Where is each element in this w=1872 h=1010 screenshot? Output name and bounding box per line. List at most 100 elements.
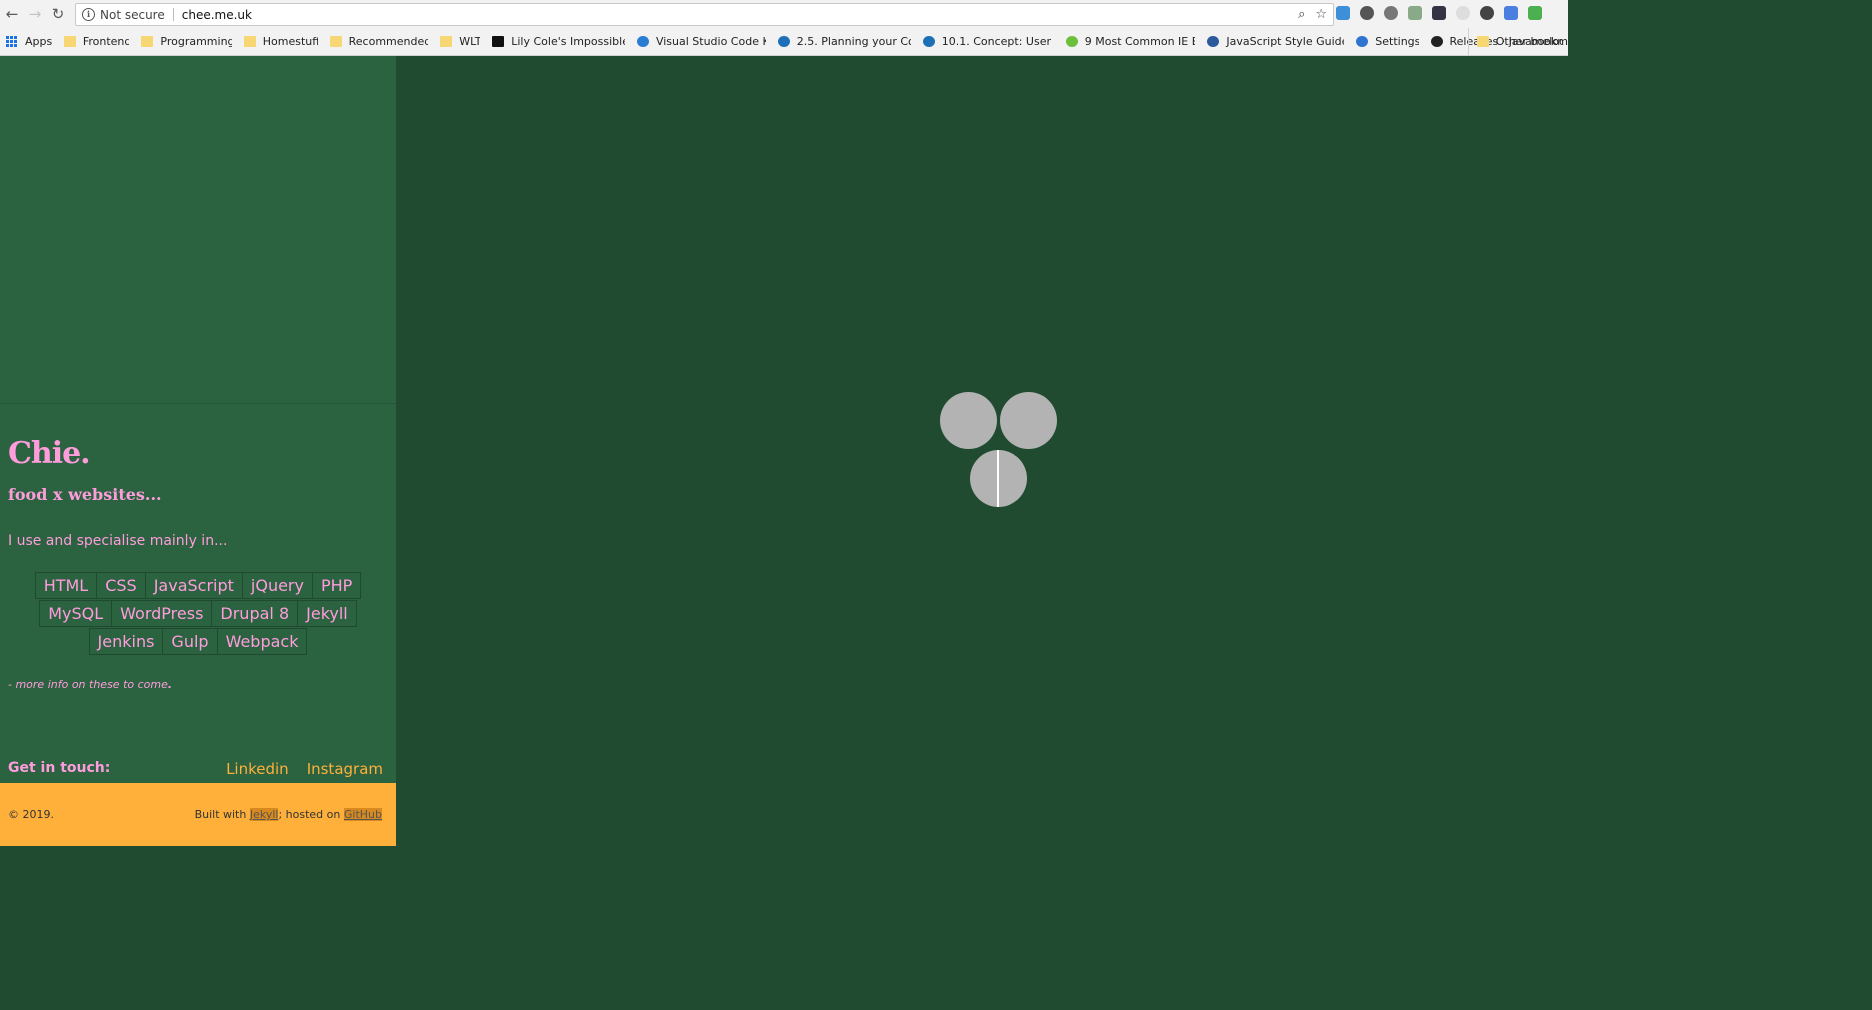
reload-icon[interactable]: ↻ <box>47 3 69 25</box>
skill-tag: CSS <box>96 572 146 599</box>
sync-icon[interactable] <box>1480 6 1494 20</box>
github-link[interactable]: GitHub <box>343 808 382 821</box>
copyright: © 2019. <box>8 808 54 821</box>
loader-dot <box>970 450 1027 507</box>
bookmark-item[interactable]: Recommended <box>329 35 429 48</box>
medium-icon <box>492 36 505 47</box>
bookmark-label: Apps <box>25 35 52 48</box>
jekyll-link[interactable]: Jekyll <box>249 808 279 821</box>
bookmark-item[interactable]: Lily Cole's Impossible <box>492 35 625 48</box>
security-label[interactable]: Not secure <box>100 8 165 22</box>
loading-spinner <box>940 392 1060 512</box>
bookmark-item[interactable]: JavaScript Style Guide <box>1207 35 1344 48</box>
skill-tag: WordPress <box>111 600 213 627</box>
info-icon[interactable]: i <box>82 8 95 21</box>
tagline: food x websites... <box>8 485 162 504</box>
folder-icon <box>141 36 154 47</box>
skill-tag: Jekyll <box>297 600 357 627</box>
skill-tag: PHP <box>311 572 362 599</box>
skills-list: HTML CSS JavaScript jQuery PHP MySQL WordPress… <box>0 572 396 656</box>
forward-icon[interactable]: → <box>24 3 46 25</box>
bookmark-label: JavaScript Style Guide <box>1226 35 1345 48</box>
folder-icon <box>440 36 453 47</box>
note-text-content: - more info on these to come <box>8 678 168 691</box>
linkedin-link[interactable]: Linkedin <box>226 760 289 778</box>
url-text[interactable]: chee.me.uk <box>182 8 252 22</box>
bookmark-label: WLT <box>459 35 481 48</box>
bookmark-item[interactable]: WLT <box>440 35 480 48</box>
gear-icon <box>1356 36 1369 47</box>
footer: © 2019. Built with Jekyll; hosted on Git… <box>0 783 396 846</box>
bookmark-label: Recommended <box>348 35 429 48</box>
bookmark-label: 9 Most Common IE B <box>1084 35 1196 48</box>
vscode-icon <box>636 36 649 47</box>
bookmark-label: Settings <box>1375 35 1419 48</box>
skill-tag: Webpack <box>216 628 308 655</box>
folder-icon <box>329 36 342 47</box>
back-icon[interactable]: ← <box>1 3 23 25</box>
bookmark-label: Visual Studio Code K <box>655 35 766 48</box>
css-icon[interactable] <box>1528 6 1542 20</box>
bookmark-item[interactable]: Programming <box>141 35 232 48</box>
bookmark-item[interactable]: 9 Most Common IE B <box>1065 35 1196 48</box>
bookmark-label: Homestuff <box>262 35 318 48</box>
folder-icon <box>63 36 76 47</box>
apps-grid-icon <box>6 35 17 48</box>
bookmark-star-icon[interactable]: ☆ <box>1315 7 1327 22</box>
skill-tag: HTML <box>34 572 98 599</box>
loader-dot <box>940 392 997 449</box>
skill-tag: jQuery <box>241 572 313 599</box>
leaf-icon <box>1065 36 1078 47</box>
skill-tag: JavaScript <box>144 572 243 599</box>
bookmark-item[interactable]: Homestuff <box>243 35 318 48</box>
sidebar-image-area <box>0 56 396 404</box>
skill-row: Jenkins Gulp Webpack <box>0 628 396 655</box>
bookmark-label: 2.5. Planning your Co <box>796 35 911 48</box>
intro-text: I use and specialise mainly in... <box>8 533 228 549</box>
eyedropper-icon[interactable] <box>1432 6 1446 20</box>
translate-icon[interactable] <box>1504 6 1518 20</box>
circle-icon[interactable] <box>1456 6 1470 20</box>
brand-title[interactable]: Chie. <box>8 436 91 471</box>
bookmark-label: 10.1. Concept: User I <box>941 35 1054 48</box>
sidebar: Chie. food x websites... I use and speci… <box>0 56 396 846</box>
bookmark-label: Lily Cole's Impossible <box>511 35 625 48</box>
bookmark-label: Programming <box>160 35 232 48</box>
browser-toolbar: ← → ↻ i Not secure chee.me.uk ⌕ ☆ <box>0 0 1568 28</box>
note-text: - more info on these to come. <box>8 678 172 691</box>
instagram-link[interactable]: Instagram <box>307 760 383 778</box>
globe-icon[interactable] <box>1384 6 1398 20</box>
bookmark-item[interactable]: Frontend <box>63 35 130 48</box>
zoom-icon[interactable]: ⌕ <box>1298 7 1305 22</box>
moon-icon <box>1207 36 1220 47</box>
address-bar[interactable]: i Not secure chee.me.uk ⌕ ☆ <box>75 3 1334 26</box>
drupal-icon <box>922 36 935 47</box>
github-icon <box>1430 36 1443 47</box>
bookmarks-bar: Apps Frontend Programming Homestuff Recommen… <box>0 28 1568 56</box>
js-icon[interactable] <box>1408 6 1422 20</box>
extension-icon[interactable] <box>1336 6 1350 20</box>
bookmark-item[interactable]: Apps <box>6 35 52 48</box>
contact-label: Get in touch: <box>8 760 111 776</box>
other-bookmarks-label: Other bookm <box>1495 35 1568 48</box>
wordpress-icon[interactable] <box>1360 6 1374 20</box>
built-with: Built with Jekyll; hosted on GitHub <box>195 808 382 821</box>
bookmark-item[interactable]: 2.5. Planning your Co <box>777 35 911 48</box>
main-content <box>396 56 1568 846</box>
skill-tag: MySQL <box>39 600 113 627</box>
other-bookmarks[interactable]: Other bookm <box>1467 28 1568 55</box>
bookmark-item[interactable]: Visual Studio Code K <box>636 35 766 48</box>
skill-row: HTML CSS JavaScript jQuery PHP <box>0 572 396 599</box>
social-links: Linkedin Instagram <box>226 760 383 778</box>
folder-icon <box>243 36 256 47</box>
skill-tag: Gulp <box>162 628 218 655</box>
note-period: . <box>167 678 173 691</box>
skill-tag: Jenkins <box>88 628 164 655</box>
bookmark-label: Frontend <box>82 35 130 48</box>
folder-icon <box>1476 36 1489 47</box>
hosted-on-label: ; hosted on <box>278 808 341 821</box>
bookmark-item[interactable]: 10.1. Concept: User I <box>922 35 1054 48</box>
built-with-label: Built with <box>194 808 247 821</box>
bookmark-item[interactable]: Settings <box>1356 35 1419 48</box>
skill-row: MySQL WordPress Drupal 8 Jekyll <box>0 600 396 627</box>
